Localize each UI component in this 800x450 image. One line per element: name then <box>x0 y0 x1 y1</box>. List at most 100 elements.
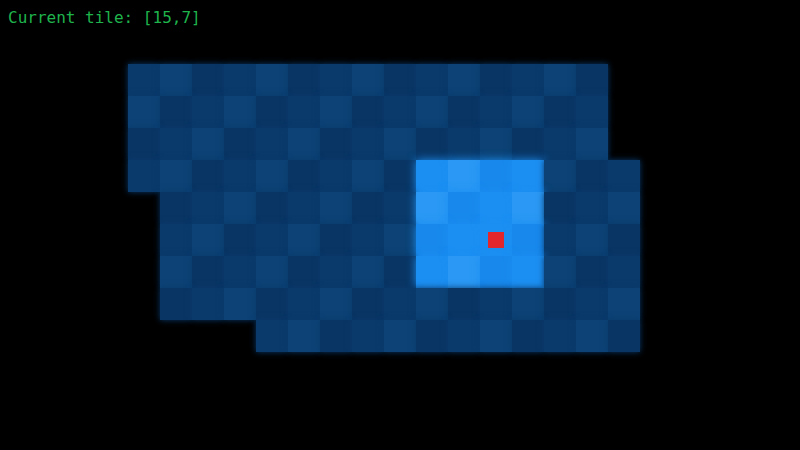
map-tile <box>576 256 608 288</box>
map-tile <box>608 96 640 128</box>
map-tile <box>192 384 224 416</box>
map-tile <box>480 64 512 96</box>
map-tile <box>384 352 416 384</box>
map-tile <box>640 192 672 224</box>
map-tile <box>704 320 736 352</box>
map-tile <box>512 192 544 224</box>
map-tile <box>736 320 768 352</box>
map-tile <box>0 320 32 352</box>
map-tile <box>224 32 256 64</box>
map-tile <box>672 128 704 160</box>
map-tile <box>288 352 320 384</box>
map-tile <box>576 32 608 64</box>
map-tile <box>256 128 288 160</box>
map-tile <box>320 320 352 352</box>
map-tile <box>736 416 768 448</box>
map-tile <box>768 96 800 128</box>
map-tile <box>320 64 352 96</box>
map-tile <box>608 384 640 416</box>
map-tile <box>192 160 224 192</box>
map-tile <box>448 160 480 192</box>
map-tile <box>0 32 32 64</box>
map-tile <box>512 0 544 32</box>
map-tile <box>128 416 160 448</box>
map-tile <box>608 160 640 192</box>
map-tile <box>128 128 160 160</box>
map-tile <box>608 128 640 160</box>
map-tile <box>224 256 256 288</box>
map-tile <box>704 256 736 288</box>
map-tile <box>192 256 224 288</box>
map-tile <box>64 416 96 448</box>
map-tile <box>416 0 448 32</box>
map-tile <box>192 288 224 320</box>
map-tile <box>512 64 544 96</box>
map-tile <box>512 96 544 128</box>
map-tile <box>512 288 544 320</box>
map-tile <box>672 192 704 224</box>
tile-map <box>0 0 800 448</box>
map-tile <box>96 32 128 64</box>
map-tile <box>224 96 256 128</box>
map-tile <box>640 0 672 32</box>
map-tile <box>672 256 704 288</box>
map-tile <box>736 64 768 96</box>
map-tile <box>96 384 128 416</box>
player-marker <box>488 232 504 248</box>
map-tile <box>640 160 672 192</box>
map-tile <box>576 96 608 128</box>
map-tile <box>640 256 672 288</box>
map-tile <box>352 192 384 224</box>
map-tile <box>256 256 288 288</box>
map-tile <box>672 96 704 128</box>
map-tile <box>480 384 512 416</box>
map-tile <box>768 128 800 160</box>
map-tile <box>608 224 640 256</box>
map-tile <box>448 320 480 352</box>
map-tile <box>512 32 544 64</box>
map-tile <box>448 32 480 64</box>
map-tile <box>128 224 160 256</box>
map-tile <box>320 416 352 448</box>
map-tile <box>160 64 192 96</box>
map-tile <box>512 128 544 160</box>
map-tile <box>64 32 96 64</box>
map-tile <box>416 320 448 352</box>
map-tile <box>576 416 608 448</box>
map-tile <box>224 128 256 160</box>
map-tile <box>576 320 608 352</box>
map-tile <box>416 64 448 96</box>
map-tile <box>160 288 192 320</box>
map-tile <box>768 0 800 32</box>
map-tile <box>224 352 256 384</box>
map-tile <box>544 288 576 320</box>
map-tile <box>768 384 800 416</box>
map-tile <box>224 320 256 352</box>
map-tile <box>704 160 736 192</box>
map-tile <box>0 64 32 96</box>
map-tile <box>64 192 96 224</box>
map-tile <box>736 384 768 416</box>
map-tile <box>704 224 736 256</box>
map-tile <box>768 288 800 320</box>
map-tile <box>352 128 384 160</box>
map-tile <box>416 256 448 288</box>
map-tile <box>96 288 128 320</box>
map-tile <box>160 384 192 416</box>
map-tile <box>416 416 448 448</box>
map-tile <box>672 224 704 256</box>
map-tile <box>32 416 64 448</box>
map-tile <box>96 192 128 224</box>
map-tile <box>736 0 768 32</box>
map-tile <box>32 288 64 320</box>
map-tile <box>608 352 640 384</box>
map-tile <box>384 320 416 352</box>
map-tile <box>384 32 416 64</box>
map-tile <box>96 256 128 288</box>
map-tile <box>416 32 448 64</box>
map-tile <box>480 256 512 288</box>
map-tile <box>672 32 704 64</box>
map-tile <box>192 192 224 224</box>
map-tile <box>544 96 576 128</box>
map-tile <box>256 384 288 416</box>
